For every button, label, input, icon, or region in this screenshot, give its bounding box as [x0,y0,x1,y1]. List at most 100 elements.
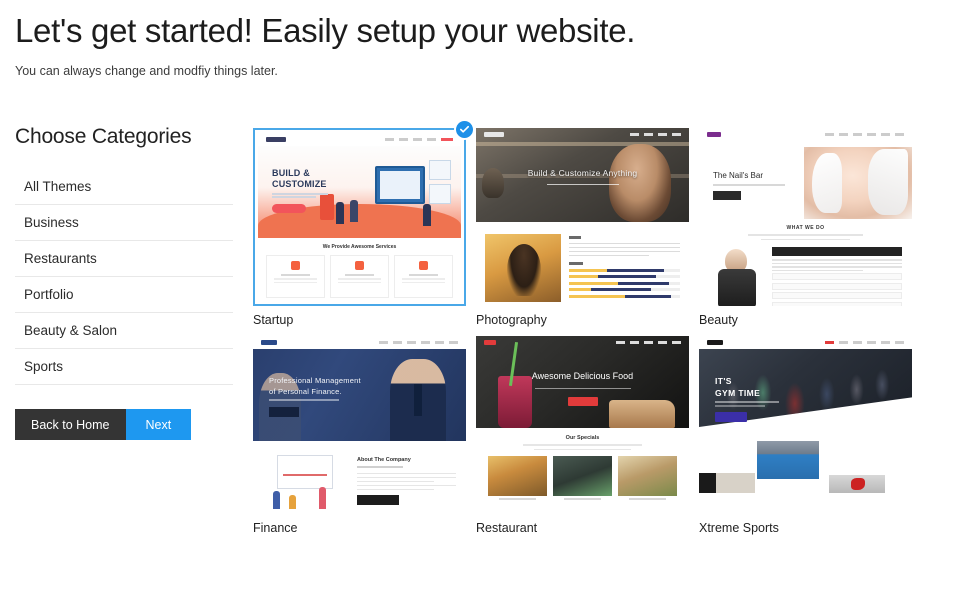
theme-card-restaurant[interactable]: Awesome Delicious Food Our Specials Rest… [476,336,698,535]
setup-wizard-page: Let's get started! Easily setup your web… [0,0,960,595]
preview-nav-links [825,133,904,136]
hero-subline-2 [715,405,765,407]
preview-navbar [253,336,466,349]
hero-subline-1 [715,401,779,403]
service-box [266,255,325,298]
startup-services-section: We Provide Awesome Services [258,238,461,298]
beauty-whatwedo-section: WHAT WE DO [699,219,912,245]
hero-person-1 [336,202,344,224]
skill-bar [569,275,680,278]
preview-navbar [476,336,689,349]
theme-thumbnail-photography[interactable]: Build & Customize Anything [476,128,689,306]
accordion-item [772,292,902,299]
special-item [618,456,677,500]
theme-thumbnail-beauty[interactable]: The Nail's Bar WHAT WE DO [699,128,912,306]
photography-hero-title: Build & Customize Anything [527,168,638,179]
preview-navbar [476,128,689,141]
section-subline [747,234,864,236]
theme-card-xtreme-sports[interactable]: IT'S GYM TIME Xtreme Sports [699,336,921,535]
selected-check-icon [454,119,475,140]
hero-shelf-1 [476,142,689,146]
startup-hero-line1: BUILD & [272,168,310,178]
about-text-line [569,250,680,252]
about-heading-bar [569,236,581,239]
illustration-chart-board [277,455,333,489]
preview-logo [266,137,286,142]
hero-cta-button [715,412,747,422]
about-subline [357,466,403,468]
hero-monitor-graphic [375,166,425,204]
service-box [394,255,453,298]
sidebar-item-restaurants[interactable]: Restaurants [15,241,233,277]
back-to-home-button[interactable]: Back to Home [15,409,126,440]
hero-underline [546,184,619,186]
theme-thumbnail-finance[interactable]: Professional Management of Personal Fina… [253,336,466,514]
theme-card-finance[interactable]: Professional Management of Personal Fina… [253,336,475,535]
sidebar-item-beauty-salon[interactable]: Beauty & Salon [15,313,233,349]
hero-person-2 [350,200,358,222]
preview-logo [707,340,723,345]
sports-hero-text: IT'S GYM TIME [715,375,760,399]
beauty-services-row [699,245,912,306]
next-button[interactable]: Next [125,409,192,440]
illustration-person-1 [273,491,280,509]
about-photo [485,234,561,302]
restaurant-hero-title: Awesome Delicious Food [531,370,634,381]
preview-nav-links [630,133,681,136]
hero-portrait-graphic [609,144,671,222]
startup-services-title: We Provide Awesome Services [322,244,397,250]
beauty-preview: The Nail's Bar WHAT WE DO [699,128,912,306]
accordion-text-line [772,262,902,264]
service-box [330,255,389,298]
startup-hero-line2: CUSTOMIZE [272,179,327,189]
illustration-person-3 [319,487,326,509]
restaurant-preview: Awesome Delicious Food Our Specials [476,336,689,514]
theme-label-beauty: Beauty [699,313,738,327]
hero-sub-line-2 [272,196,316,198]
preview-nav-links [825,341,904,344]
photography-hero: Build & Customize Anything [476,128,689,222]
about-cta-button [357,495,399,505]
startup-hero: BUILD & CUSTOMIZE [258,146,461,238]
skill-bar [569,281,680,285]
finance-preview: Professional Management of Personal Fina… [253,336,466,514]
sidebar-item-all-themes[interactable]: All Themes [15,169,233,205]
skills-heading-bar [569,262,583,265]
about-text-line [569,246,680,248]
photography-preview: Build & Customize Anything [476,128,689,306]
hero-person-right [390,359,446,441]
preview-nav-links [385,138,453,141]
special-item [553,456,612,500]
preview-logo [261,340,277,345]
finance-about-section: About The Company [253,441,466,513]
sidebar-title: Choose Categories [15,125,192,148]
startup-services-row [266,255,453,298]
section-subline [522,444,643,446]
hero-chart-card-2 [429,184,451,204]
finance-hero-line1: Professional Management [269,376,361,385]
theme-card-beauty[interactable]: The Nail's Bar WHAT WE DO Beauty [699,128,921,327]
theme-card-startup[interactable]: BUILD & CUSTOMIZE We Provide Awesome Ser… [253,119,475,327]
accordion-item [772,301,902,306]
hero-bread-graphic [609,400,675,428]
wizard-button-row: Back to Home Next [15,409,233,440]
theme-thumbnail-xtreme-sports[interactable]: IT'S GYM TIME [699,336,912,514]
preview-navbar [699,336,912,349]
theme-thumbnail-startup[interactable]: BUILD & CUSTOMIZE We Provide Awesome Ser… [253,119,475,306]
sidebar-item-portfolio[interactable]: Portfolio [15,277,233,313]
sports-hero-line2: GYM TIME [715,388,761,398]
theme-thumbnail-restaurant[interactable]: Awesome Delicious Food Our Specials [476,336,689,514]
accordion-text-line [772,259,902,261]
preview-nav-links [379,341,458,344]
theme-grid: BUILD & CUSTOMIZE We Provide Awesome Ser… [253,119,943,544]
preview-logo [484,340,496,345]
sidebar-item-business[interactable]: Business [15,205,233,241]
finance-hero-text: Professional Management of Personal Fina… [269,375,361,397]
category-list: All Themes Business Restaurants Portfoli… [15,169,233,385]
skill-bar [569,288,680,291]
restaurant-hero: Awesome Delicious Food [476,336,689,428]
xtreme-sports-preview: IT'S GYM TIME [699,336,912,514]
sidebar-item-sports[interactable]: Sports [15,349,233,385]
about-text-line [357,476,456,478]
theme-card-photography[interactable]: Build & Customize Anything Photography [476,128,698,327]
